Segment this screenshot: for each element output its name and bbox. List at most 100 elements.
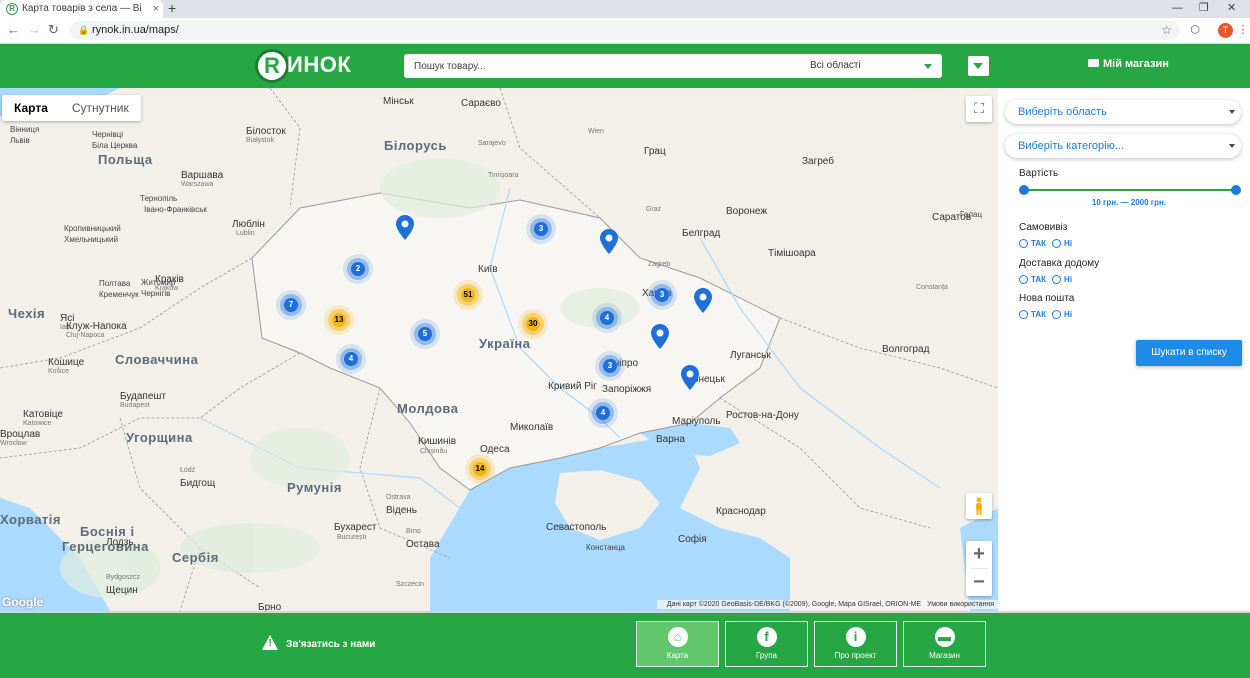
region-filter-select[interactable]: Виберіть область bbox=[1005, 100, 1241, 124]
radio-icon bbox=[1052, 239, 1062, 248]
zoom-in-button[interactable]: + bbox=[966, 541, 992, 568]
map-pin-icon[interactable] bbox=[694, 288, 712, 313]
radio-icon bbox=[1019, 275, 1028, 284]
map-cluster-marker[interactable]: 3 bbox=[603, 359, 617, 373]
map-label: Білосток bbox=[246, 126, 286, 137]
restore-icon[interactable]: ❐ bbox=[1199, 0, 1209, 16]
contact-link[interactable]: ! Зв'язатись з нами bbox=[262, 635, 375, 650]
home-delivery-yes-radio[interactable]: ТАК bbox=[1019, 275, 1046, 284]
map-label: Graz bbox=[646, 206, 662, 213]
map-label: Warszawa bbox=[181, 181, 214, 188]
url-field[interactable]: 🔒 rynok.in.ua/maps/ ☆ bbox=[70, 21, 1180, 40]
price-slider-track[interactable] bbox=[1024, 189, 1236, 191]
map-cluster-marker[interactable]: 4 bbox=[596, 406, 610, 420]
zoom-out-button[interactable]: − bbox=[966, 569, 992, 596]
shop-icon: ▬ bbox=[934, 627, 955, 647]
footer-map-button[interactable]: ⌂ Карта bbox=[636, 621, 719, 667]
map-label: Лодзь bbox=[106, 537, 134, 548]
map-label: Вроцлав bbox=[0, 429, 41, 440]
map-label: Katowice bbox=[23, 420, 52, 427]
map-label: Івано-Франківськ bbox=[144, 205, 207, 214]
footer-group-button[interactable]: f Група bbox=[725, 621, 808, 667]
tab-close-icon[interactable]: × bbox=[153, 0, 159, 18]
forward-icon[interactable]: → bbox=[28, 22, 41, 38]
new-tab-icon[interactable]: + bbox=[168, 0, 176, 17]
map-canvas[interactable]: Мінськ Білорусь Польща Варшава Warszawa Украї… bbox=[0, 88, 998, 611]
map-cluster-marker[interactable]: 30 bbox=[526, 317, 540, 331]
map-label: Словаччина bbox=[115, 352, 199, 367]
close-window-icon[interactable]: ✕ bbox=[1227, 0, 1236, 16]
region-dropdown[interactable]: Всі області bbox=[800, 54, 942, 78]
map-label: Szczecin bbox=[396, 581, 425, 588]
extension-icon[interactable]: ⬡ bbox=[1188, 23, 1202, 37]
nova-poshta-yes-radio[interactable]: ТАК bbox=[1019, 310, 1046, 319]
category-filter-select[interactable]: Виберіть категорію... bbox=[1005, 134, 1241, 158]
map-label: Одеса bbox=[480, 444, 510, 455]
fullscreen-icon[interactable]: ⛶ bbox=[966, 96, 992, 122]
browser-menu-icon[interactable]: ⋮ bbox=[1236, 23, 1250, 37]
map-icon: ⌂ bbox=[667, 627, 688, 647]
map-label: Lublin bbox=[236, 230, 255, 237]
region-filter-value: Виберіть область bbox=[1018, 106, 1107, 118]
map-label: Львів bbox=[10, 136, 30, 145]
map-cluster-marker[interactable]: 13 bbox=[332, 313, 346, 327]
map-label: Бидгощ bbox=[180, 478, 216, 489]
map-label: Чернівці bbox=[92, 130, 124, 139]
map-pin-icon[interactable] bbox=[651, 324, 669, 349]
attribution-text: Дані карт ©2020 GeoBasis-DE/BKG (©2009),… bbox=[666, 601, 922, 608]
pickup-no-radio[interactable]: Ні bbox=[1052, 239, 1072, 248]
back-icon[interactable]: ← bbox=[7, 22, 20, 38]
map-label: Запоріжжя bbox=[602, 384, 652, 395]
my-shop-link[interactable]: Мій магазин bbox=[1088, 58, 1169, 70]
map-label: Полтава bbox=[99, 279, 131, 288]
map-cluster-marker[interactable]: 5 bbox=[418, 327, 432, 341]
map-label: Маріуполь bbox=[672, 416, 721, 427]
terms-link[interactable]: Умови використання bbox=[927, 601, 994, 608]
map-cluster-marker[interactable]: 14 bbox=[473, 462, 487, 476]
map-label: Ostrava bbox=[386, 494, 411, 501]
map-label: Cluj-Napoca bbox=[66, 332, 105, 339]
map-type-map-button[interactable]: Карта bbox=[2, 95, 60, 121]
product-search-input[interactable] bbox=[404, 54, 800, 78]
zoom-controls: + − bbox=[966, 541, 992, 596]
footer-shop-button[interactable]: ▬ Магазин bbox=[903, 621, 986, 667]
price-slider-min-handle[interactable] bbox=[1019, 185, 1029, 195]
reload-icon[interactable]: ↻ bbox=[48, 22, 59, 38]
map-type-satellite-button[interactable]: Сутнутник bbox=[60, 95, 141, 121]
bookmark-star-icon[interactable]: ☆ bbox=[1161, 21, 1172, 40]
search-list-button[interactable]: Шукати в списку bbox=[1136, 340, 1242, 366]
minimize-icon[interactable]: — bbox=[1172, 0, 1183, 16]
price-slider-max-handle[interactable] bbox=[1231, 185, 1241, 195]
logo-mark: R bbox=[255, 49, 289, 83]
chevron-down-icon bbox=[1229, 110, 1235, 114]
map-label: Тімішоара bbox=[768, 248, 816, 259]
map-label: Біла Церква bbox=[92, 141, 138, 150]
map-label: Чернігів bbox=[141, 289, 171, 298]
map-label: Варшава bbox=[181, 170, 224, 181]
profile-avatar[interactable]: T bbox=[1218, 23, 1233, 38]
home-delivery-no-radio[interactable]: Ні bbox=[1052, 275, 1072, 284]
nova-poshta-no-radio[interactable]: Ні bbox=[1052, 310, 1072, 319]
map-cluster-marker[interactable]: 2 bbox=[351, 262, 365, 276]
map-pin-icon[interactable] bbox=[681, 365, 699, 390]
google-logo: Google bbox=[2, 595, 44, 609]
street-view-button[interactable] bbox=[966, 493, 992, 519]
pickup-yes-radio[interactable]: ТАК bbox=[1019, 239, 1046, 248]
map-type-switch: Карта Сутнутник bbox=[2, 95, 141, 121]
map-pin-icon[interactable] bbox=[600, 229, 618, 254]
map-pin-icon[interactable] bbox=[396, 215, 414, 240]
map-label: Кошице bbox=[48, 357, 85, 368]
map-label: Хмельницький bbox=[64, 235, 118, 244]
map-label: Вінниця bbox=[10, 125, 40, 134]
header-menu-dropdown[interactable] bbox=[968, 56, 989, 76]
map-cluster-marker[interactable]: 3 bbox=[534, 222, 548, 236]
map-cluster-marker[interactable]: 7 bbox=[284, 298, 298, 312]
map-cluster-marker[interactable]: 3 bbox=[655, 288, 669, 302]
footer-about-button[interactable]: i Про проект bbox=[814, 621, 897, 667]
map-cluster-marker[interactable]: 4 bbox=[600, 311, 614, 325]
map-cluster-marker[interactable]: 4 bbox=[344, 352, 358, 366]
map-cluster-marker[interactable]: 51 bbox=[461, 288, 475, 302]
logo-text: ИНОК bbox=[287, 52, 352, 77]
browser-tab[interactable]: R Карта товарів з села — Відкри... × bbox=[0, 0, 163, 18]
map-label: Житомир bbox=[141, 278, 176, 287]
